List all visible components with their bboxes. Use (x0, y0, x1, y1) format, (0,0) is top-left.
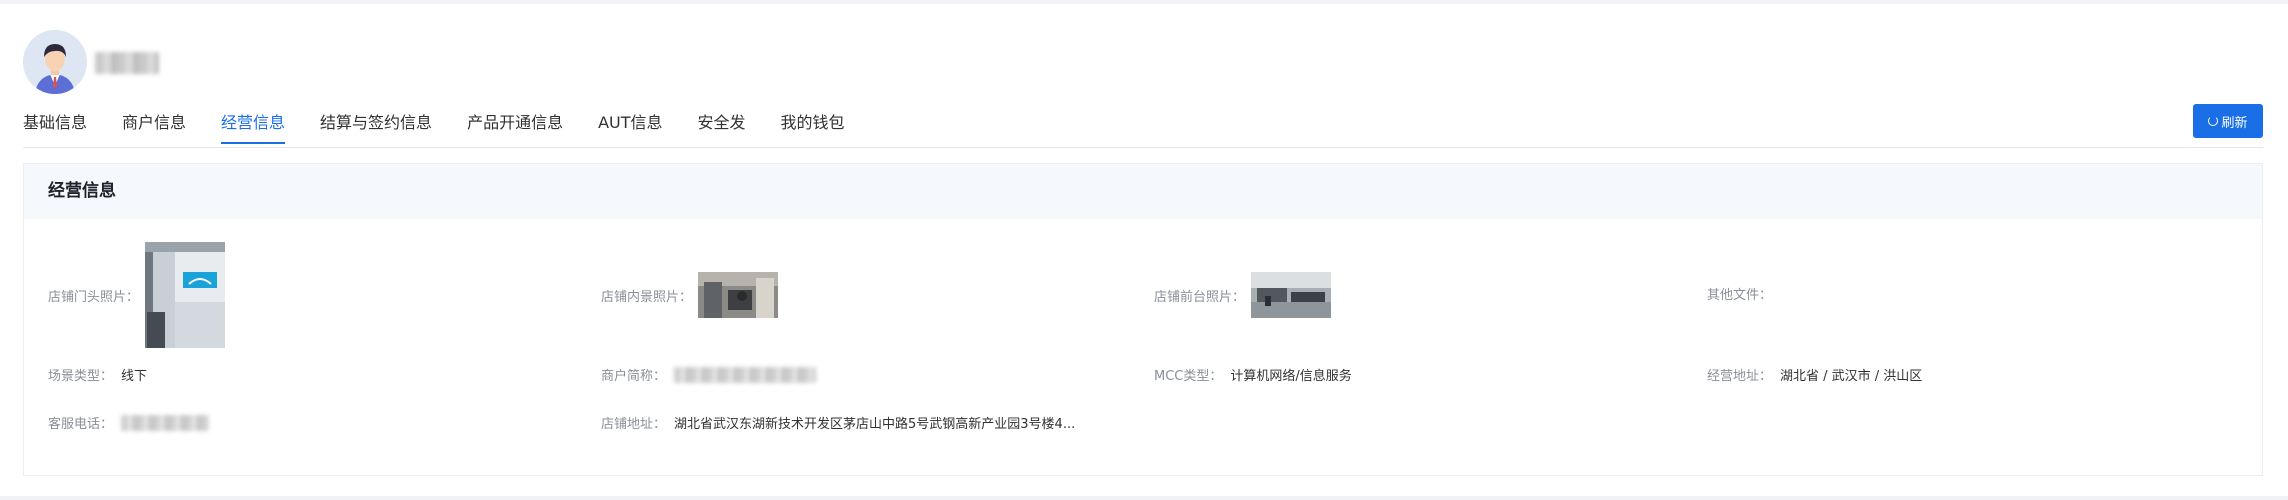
other-files-label: 其他文件： (1707, 288, 1773, 303)
refresh-icon (2208, 116, 2219, 126)
tab-basic-info[interactable]: 基础信息 (23, 102, 87, 144)
storefront-photo-label: 店铺门头照片： (48, 289, 140, 305)
merchant-short-name-label: 商户简称： (601, 369, 667, 384)
store-address-label: 店铺地址： (601, 417, 667, 432)
scene-type-value: 线下 (121, 369, 148, 384)
service-phone-field: 客服电话： (48, 413, 210, 432)
merchant-short-name-field: 商户简称： (601, 365, 817, 384)
interior-photo-field: 店铺内景照片： (601, 272, 779, 318)
section-title: 经营信息 (24, 164, 2262, 219)
merchant-short-name-value (674, 366, 817, 383)
mcc-type-field: MCC类型： 计算机网络/信息服务 (1154, 365, 1352, 384)
scene-type-label: 场景类型： (48, 369, 114, 384)
username-redacted (95, 52, 159, 74)
mcc-type-label: MCC类型： (1154, 369, 1223, 384)
user-avatar-icon (23, 30, 87, 94)
tab-safe-send[interactable]: 安全发 (698, 102, 746, 144)
business-address-label: 经营地址： (1707, 369, 1773, 384)
service-phone-value (121, 414, 210, 431)
store-address-field: 店铺地址： 湖北省武汉东湖新技术开发区茅店山中路5号武钢高新产业园3号楼4... (601, 413, 1075, 432)
business-address-value: 湖北省 / 武汉市 / 洪山区 (1780, 369, 1923, 384)
tab-business-info[interactable]: 经营信息 (221, 102, 286, 144)
storefront-photo-field: 店铺门头照片： (48, 242, 226, 348)
tab-my-wallet[interactable]: 我的钱包 (781, 102, 845, 144)
tab-settlement-contract-info[interactable]: 结算与签约信息 (320, 102, 432, 144)
mcc-type-value: 计算机网络/信息服务 (1230, 369, 1352, 384)
business-info-section: 经营信息 店铺门头照片： 店铺内景照片： 店铺前台照片： 其他文件： 场景类型：… (23, 163, 2263, 476)
other-files-field: 其他文件： (1707, 284, 1780, 303)
tab-merchant-info[interactable]: 商户信息 (122, 102, 186, 144)
front-desk-photo[interactable] (1251, 272, 1332, 318)
tab-bar: 基础信息 商户信息 经营信息 结算与签约信息 产品开通信息 AUT信息 安全发 … (23, 102, 880, 148)
tabs-divider (23, 147, 2263, 148)
service-phone-label: 客服电话： (48, 417, 114, 432)
interior-photo-label: 店铺内景照片： (601, 289, 693, 305)
front-desk-photo-label: 店铺前台照片： (1154, 289, 1246, 305)
front-desk-photo-field: 店铺前台照片： (1154, 272, 1332, 318)
tab-aut-info[interactable]: AUT信息 (598, 102, 662, 144)
scene-type-field: 场景类型： 线下 (48, 365, 147, 384)
business-address-field: 经营地址： 湖北省 / 武汉市 / 洪山区 (1707, 365, 1922, 384)
storefront-photo[interactable] (145, 242, 226, 348)
page: 基础信息 商户信息 经营信息 结算与签约信息 产品开通信息 AUT信息 安全发 … (0, 4, 2288, 496)
interior-photo[interactable] (698, 272, 779, 318)
refresh-label: 刷新 (2221, 115, 2248, 131)
tab-product-activation-info[interactable]: 产品开通信息 (467, 102, 563, 144)
refresh-button[interactable]: 刷新 (2193, 104, 2263, 138)
store-address-value: 湖北省武汉东湖新技术开发区茅店山中路5号武钢高新产业园3号楼4... (674, 417, 1076, 432)
